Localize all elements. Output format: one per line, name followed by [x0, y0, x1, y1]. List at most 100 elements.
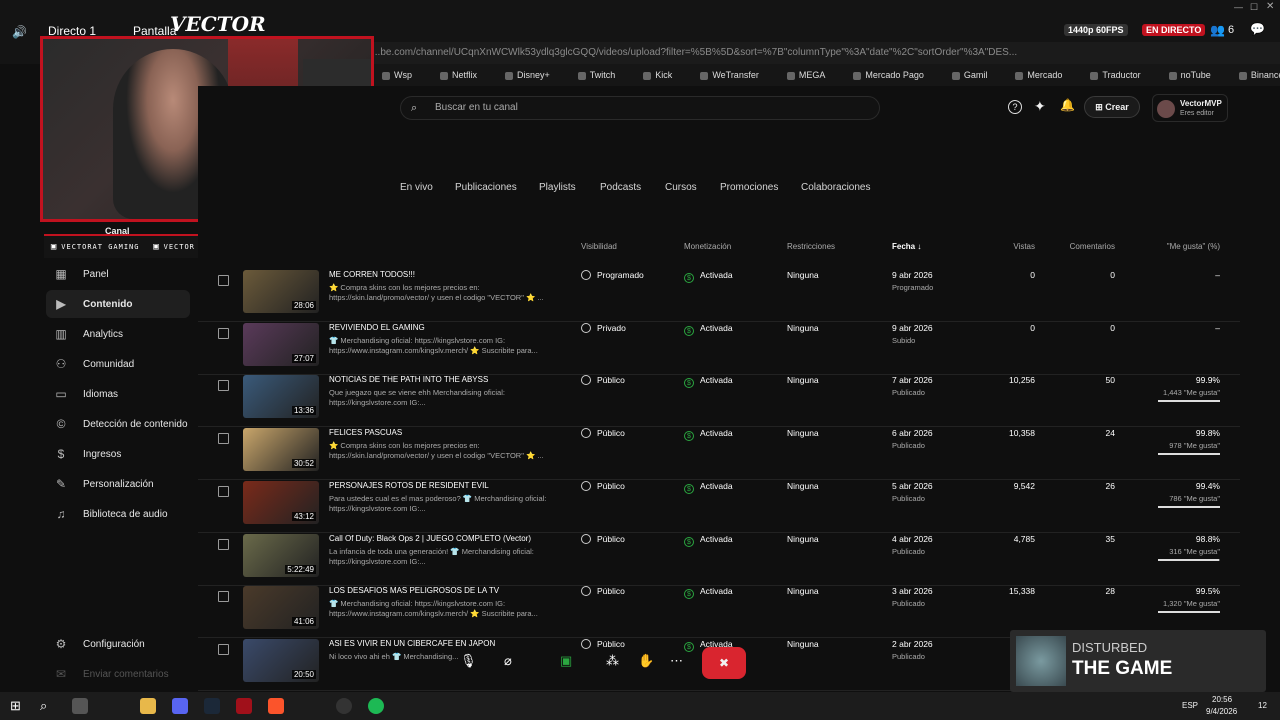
- bookmark-item[interactable]: WeTransfer: [700, 70, 773, 80]
- account-chip[interactable]: VectorMVP Eres editor: [1152, 94, 1228, 122]
- video-thumbnail[interactable]: 41:06: [243, 586, 319, 630]
- bookmark-item[interactable]: Wsp: [382, 70, 426, 80]
- tab-podcasts[interactable]: Podcasts: [600, 182, 641, 193]
- row-checkbox[interactable]: [218, 485, 229, 497]
- clock-date[interactable]: 9/4/2026: [1206, 707, 1237, 716]
- table-row[interactable]: 5:22:49 Call Of Duty: Black Ops 2 | JUEGO…: [198, 533, 1240, 586]
- video-thumbnail[interactable]: 5:22:49: [243, 533, 319, 577]
- tab-publicaciones[interactable]: Publicaciones: [455, 182, 517, 193]
- camera-off-icon[interactable]: ⌀: [504, 653, 512, 669]
- spotify-icon[interactable]: [368, 698, 384, 714]
- activities-icon[interactable]: ⁂: [606, 653, 619, 669]
- bookmark-item[interactable]: Mercado Pago: [853, 70, 938, 80]
- visibility-cell[interactable]: Programado: [581, 270, 644, 280]
- row-checkbox[interactable]: [218, 380, 229, 392]
- col-visibility[interactable]: Visibilidad: [581, 242, 617, 251]
- tab-colaboraciones[interactable]: Colaboraciones: [801, 182, 871, 193]
- video-thumbnail[interactable]: 27:07: [243, 322, 319, 366]
- explorer-icon[interactable]: [140, 698, 156, 714]
- video-title[interactable]: Call Of Duty: Black Ops 2 | JUEGO COMPLE…: [329, 534, 531, 543]
- monetization-cell[interactable]: $ Activada: [684, 586, 733, 600]
- clock-time[interactable]: 20:56: [1212, 695, 1232, 704]
- windows-start-icon[interactable]: ⊞: [10, 698, 26, 714]
- monetization-cell[interactable]: $ Activada: [684, 428, 733, 442]
- tab-playlists[interactable]: Playlists: [539, 182, 576, 193]
- visibility-cell[interactable]: Público: [581, 428, 625, 439]
- bookmark-item[interactable]: noTube: [1168, 70, 1225, 80]
- bookmark-item[interactable]: Traductor: [1090, 70, 1154, 80]
- screen-share-icon[interactable]: ▣: [560, 653, 572, 669]
- video-title[interactable]: REVIVIENDO EL GAMING: [329, 323, 425, 332]
- more-icon[interactable]: ⋯: [670, 653, 683, 669]
- visibility-cell[interactable]: Público: [581, 375, 625, 386]
- obs-icon[interactable]: [336, 698, 352, 714]
- monetization-cell[interactable]: $ Activada: [684, 375, 733, 389]
- video-title[interactable]: NOTICIAS DE THE PATH INTO THE ABYSS: [329, 375, 488, 384]
- video-title[interactable]: PERSONAJES ROTOS DE RESIDENT EVIL: [329, 481, 489, 490]
- visibility-cell[interactable]: Público: [581, 480, 625, 491]
- sparkle-icon[interactable]: ✦: [1034, 98, 1046, 115]
- monetization-cell[interactable]: $ Activada: [684, 270, 733, 283]
- video-thumbnail[interactable]: 13:36: [243, 375, 319, 419]
- col-likes[interactable]: "Me gusta" (%): [1167, 242, 1220, 251]
- steam-icon[interactable]: [204, 698, 220, 714]
- mic-icon[interactable]: 🎙: [460, 653, 477, 669]
- tab-promociones[interactable]: Promociones: [720, 182, 778, 193]
- table-row[interactable]: 30:52 FELICES PASCUAS ⭐ Compra skins con l…: [198, 428, 1240, 481]
- table-row[interactable]: 28:06 ME CORREN TODOS!!! ⭐ Compra skins co…: [198, 270, 1240, 322]
- row-checkbox[interactable]: [218, 643, 229, 655]
- bookmark-item[interactable]: Kick: [643, 70, 686, 80]
- lang-indicator[interactable]: ESP: [1182, 701, 1198, 710]
- row-checkbox[interactable]: [218, 433, 229, 445]
- video-thumbnail[interactable]: 20:50: [243, 638, 319, 682]
- sidebar-item-analytics[interactable]: ▥ Analytics: [46, 320, 190, 348]
- chat-icon[interactable]: 💬: [1250, 22, 1265, 36]
- speaker-icon[interactable]: 🔊: [12, 25, 27, 39]
- sidebar-item-feedback[interactable]: ✉ Enviar comentarios: [46, 660, 190, 688]
- maximize-icon[interactable]: ☐: [1250, 2, 1258, 13]
- create-button[interactable]: ⊞ Crear: [1084, 96, 1140, 118]
- bookmark-item[interactable]: Twitch: [577, 70, 630, 80]
- col-restrictions[interactable]: Restricciones: [787, 242, 835, 251]
- table-row[interactable]: 13:36 NOTICIAS DE THE PATH INTO THE ABYSS…: [198, 375, 1240, 428]
- sidebar-item-panel[interactable]: ▦ Panel: [46, 260, 190, 288]
- bookmark-item[interactable]: Netflix: [440, 70, 491, 80]
- sidebar-item-settings[interactable]: ⚙ Configuración: [46, 630, 190, 658]
- minimize-icon[interactable]: —: [1234, 2, 1243, 12]
- sidebar-item-comunidad[interactable]: ⚇ Comunidad: [46, 350, 190, 378]
- bell-icon[interactable]: 🔔: [1060, 98, 1075, 112]
- table-row[interactable]: 43:12 PERSONAJES ROTOS DE RESIDENT EVIL Pa…: [198, 480, 1240, 533]
- bookmark-item[interactable]: MEGA: [786, 70, 840, 80]
- visibility-cell[interactable]: Público: [581, 586, 625, 597]
- tab-en-vivo[interactable]: En vivo: [400, 182, 433, 193]
- row-checkbox[interactable]: [218, 538, 229, 550]
- bookmark-item[interactable]: Gamil: [951, 70, 1002, 80]
- brave-icon[interactable]: [268, 698, 284, 714]
- search-icon[interactable]: ⌕: [40, 698, 56, 714]
- col-monetization[interactable]: Monetización: [684, 242, 731, 251]
- visibility-cell[interactable]: Privado: [581, 322, 626, 333]
- browser-address-bar[interactable]: ...be.com/channel/UCqnXnWCWlk53ydlq3glcG…: [372, 42, 1280, 64]
- tab-cursos[interactable]: Cursos: [665, 182, 697, 193]
- monetization-cell[interactable]: $ Activada: [684, 534, 733, 547]
- url-text[interactable]: ...be.com/channel/UCqnXnWCWlk53ydlq3glcG…: [372, 47, 1017, 58]
- row-checkbox[interactable]: [218, 275, 229, 286]
- search-input[interactable]: ⌕ Buscar en tu canal: [400, 96, 880, 120]
- monetization-cell[interactable]: $ Activada: [684, 481, 733, 494]
- sidebar-item-detección[interactable]: © Detección de contenido: [46, 410, 190, 438]
- table-row[interactable]: 27:07 REVIVIENDO EL GAMING 👕 Merchandising…: [198, 322, 1240, 375]
- sidebar-item-biblioteca[interactable]: ♫ Biblioteca de audio: [46, 500, 190, 528]
- monetization-cell[interactable]: $ Activada: [684, 323, 733, 336]
- video-thumbnail[interactable]: 28:06: [243, 270, 319, 313]
- close-icon[interactable]: ✕: [1266, 1, 1274, 12]
- col-date[interactable]: Fecha ↓: [892, 242, 921, 251]
- video-title[interactable]: FELICES PASCUAS: [329, 428, 402, 437]
- row-checkbox[interactable]: [218, 591, 229, 603]
- sidebar-item-ingresos[interactable]: $ Ingresos: [46, 440, 190, 468]
- help-icon[interactable]: ?: [1008, 100, 1022, 114]
- bookmark-item[interactable]: Disney+: [505, 70, 564, 80]
- notification-count[interactable]: 12: [1258, 701, 1267, 710]
- video-title[interactable]: LOS DESAFIOS MAS PELIGROSOS DE LA TV: [329, 586, 499, 595]
- sidebar-item-contenido[interactable]: ▶ Contenido: [46, 290, 190, 318]
- video-title[interactable]: ME CORREN TODOS!!!: [329, 270, 415, 279]
